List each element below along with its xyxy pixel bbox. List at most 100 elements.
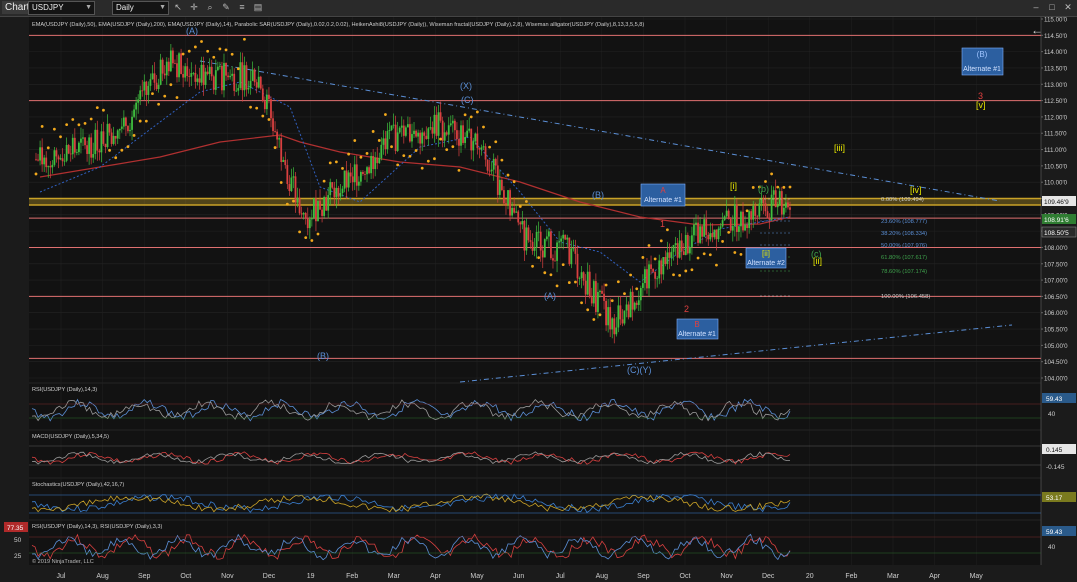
crosshair-icon[interactable]: ✛ [188, 2, 200, 13]
instrument-selector[interactable]: USDJPY ▼ [28, 1, 95, 15]
price-tick-label: 112.00'0 [1044, 114, 1068, 121]
candle-body [744, 224, 746, 231]
sar-dot [292, 199, 295, 203]
candle-body [243, 65, 246, 91]
current-price-label: 109.46'9 [1044, 199, 1069, 206]
candle-body [200, 64, 203, 83]
candle-body [129, 129, 131, 132]
wave-label-b-mid: (B) [592, 190, 604, 200]
sar-dot [561, 263, 565, 267]
macd-tick: -0.145 [1046, 464, 1065, 471]
strategy-icon[interactable]: ▤ [252, 2, 264, 13]
candle-body [37, 159, 39, 161]
candle-body [143, 81, 146, 91]
candle-body [770, 194, 773, 220]
candle-body [507, 190, 509, 205]
sar-dot [678, 273, 682, 277]
close-icon[interactable]: ✕ [1062, 2, 1074, 13]
candle-body [517, 211, 520, 223]
candle-body [82, 137, 84, 139]
toolbar: Chart USDJPY ▼ Daily ▼ ↖ ✛ ⌕ ✎ ≡ ▤ – □ ✕ [0, 0, 1077, 17]
sar-dot [586, 308, 590, 312]
sar-dot [144, 119, 148, 123]
candle-body [480, 147, 483, 150]
fib-label: 38.20% (108.334) [881, 231, 927, 237]
candle-body [590, 297, 593, 304]
candle-body [431, 127, 434, 134]
candle-body [415, 130, 417, 137]
fib-label: 50.00% (107.976) [881, 243, 927, 249]
candle-body [572, 248, 575, 250]
sar-dot [77, 123, 81, 127]
candle-body [778, 191, 781, 206]
candle-body [519, 222, 522, 225]
time-tick-label: 19 [307, 573, 315, 580]
candle-body [364, 173, 366, 175]
time-tick-label: Aug [596, 573, 609, 580]
candle-body [697, 222, 699, 243]
cursor-icon[interactable]: ↖ [172, 2, 184, 13]
candle-body [789, 207, 791, 210]
timeframe-selector[interactable]: Daily ▼ [112, 1, 169, 15]
chart-canvas[interactable]: 0.00% (109.494) 23.60% (108.777) 38.20% (1… [0, 17, 1077, 582]
window-minimize-icon[interactable]: – [1030, 2, 1042, 13]
alternate-text: Alternate #1 [963, 66, 1001, 73]
candle-body [112, 135, 115, 144]
candle-body [362, 171, 364, 174]
candle-body [398, 127, 401, 133]
candle-body [239, 62, 242, 89]
candle-body [670, 251, 673, 258]
candle-body [637, 300, 640, 305]
alternate-label: B [694, 320, 699, 329]
candle-body [570, 248, 573, 265]
candle-body [725, 210, 728, 217]
sar-dot [525, 200, 528, 203]
candle-body [758, 203, 761, 217]
candle-body [245, 65, 248, 90]
candle-body [521, 220, 524, 225]
candle-body [660, 260, 663, 275]
candle-body [133, 109, 135, 117]
sar-dot [365, 152, 369, 155]
rsi2-left-tick-25: 25 [14, 553, 22, 560]
candle-body [564, 234, 567, 240]
sar-dot [132, 134, 136, 137]
wave-label-a-mid: (A) [544, 291, 556, 301]
sar-dot [475, 110, 479, 114]
wave-label-x: (X) [460, 81, 472, 91]
candle-body [263, 101, 266, 110]
properties-icon[interactable]: ≡ [236, 2, 248, 13]
candle-body [110, 132, 113, 144]
candle-body [545, 236, 548, 240]
sar-dot [788, 185, 792, 189]
sar-dot [592, 318, 596, 321]
alternate-label: A [660, 186, 666, 195]
price-tick-label: 113.50'0 [1044, 65, 1068, 72]
candle-body [216, 66, 219, 71]
candle-body [631, 291, 634, 310]
candle-body [329, 182, 332, 196]
candle-body [41, 147, 44, 165]
candle-body [458, 139, 460, 146]
drawing-icon[interactable]: ✎ [220, 2, 232, 13]
sar-dot [537, 256, 541, 260]
candle-body [441, 120, 444, 141]
window-maximize-icon[interactable]: □ [1046, 2, 1058, 13]
alternate-box-top: (B) Alternate #1 [961, 47, 1004, 76]
candle-body [78, 142, 80, 153]
candle-body [347, 172, 350, 188]
sar-dot [200, 40, 203, 43]
candle-body [382, 138, 385, 145]
candle-body [343, 170, 346, 189]
candle-body [47, 166, 50, 168]
candle-body [282, 159, 285, 163]
sar-dot [616, 280, 620, 284]
candle-body [780, 191, 783, 215]
candle-body [268, 94, 270, 100]
sar-dot [469, 115, 473, 119]
zoom-icon[interactable]: ⌕ [204, 2, 216, 13]
sar-dot [267, 118, 271, 121]
sar-dot [776, 185, 780, 189]
alternate-text: Alternate #1 [644, 197, 682, 204]
candle-body [760, 199, 763, 204]
